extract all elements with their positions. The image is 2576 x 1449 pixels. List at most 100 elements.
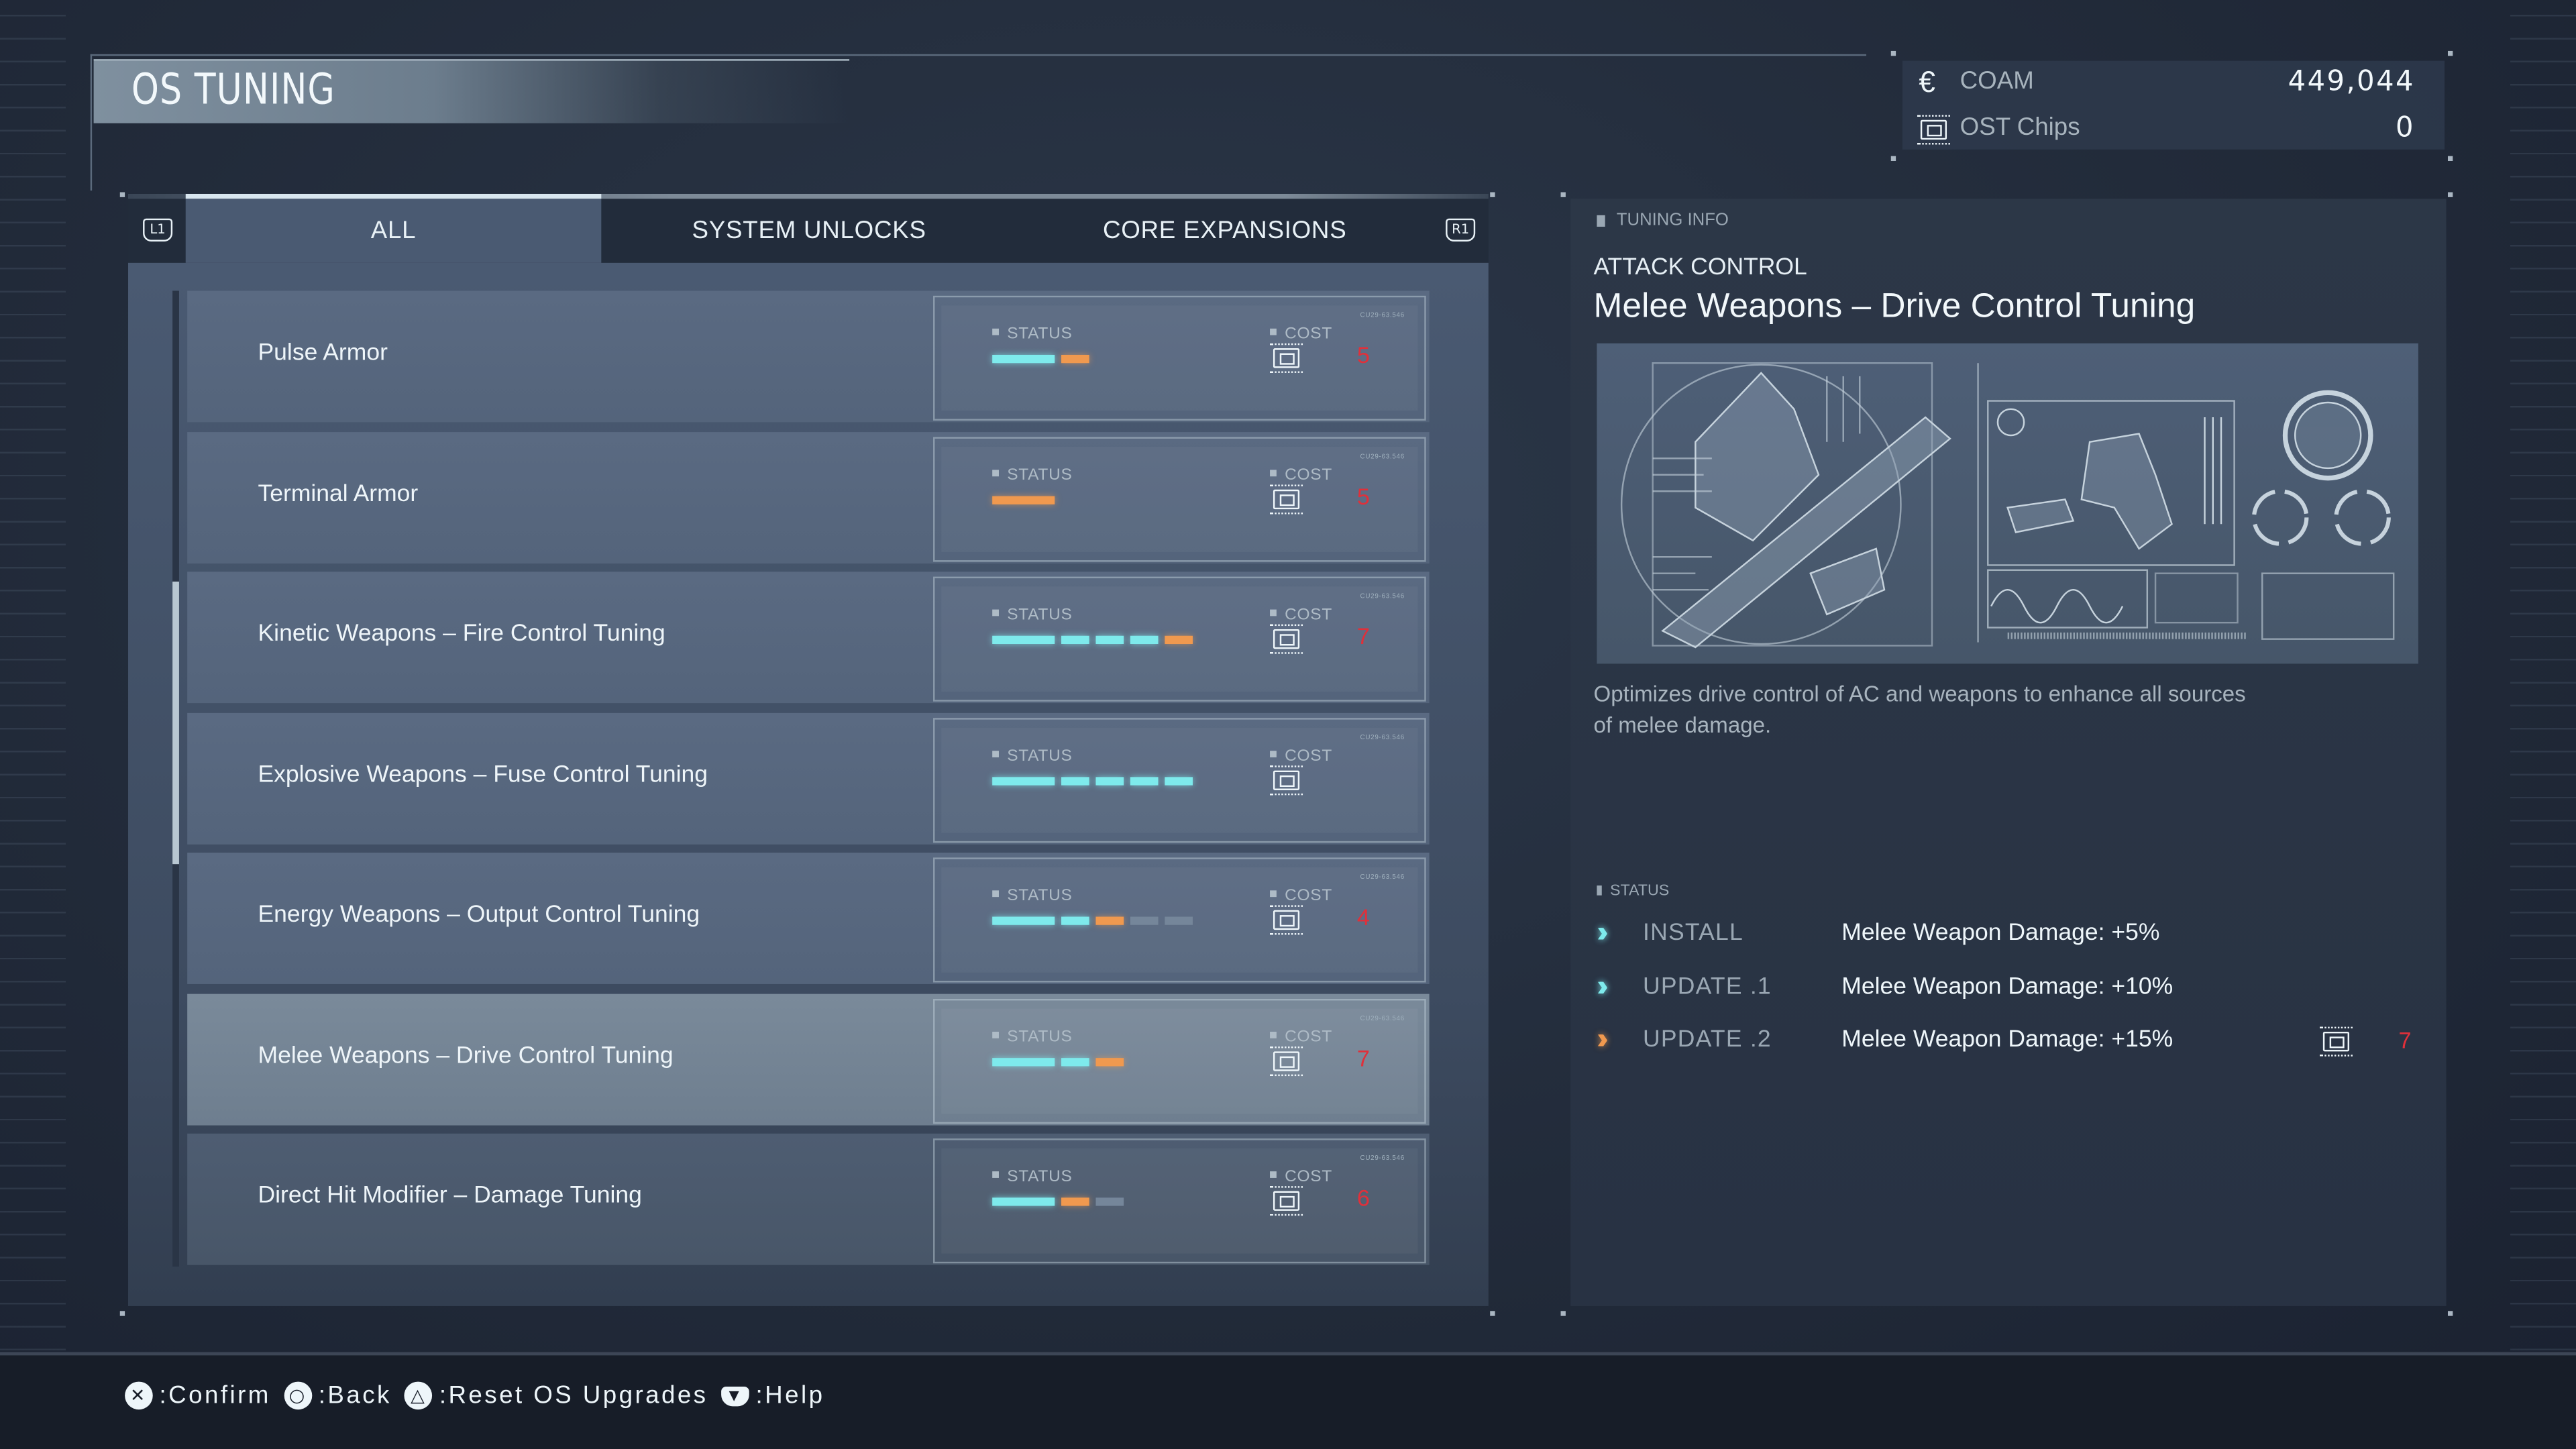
tuning-item-name: Terminal Armor bbox=[258, 481, 419, 508]
status-segment-on bbox=[1061, 777, 1089, 786]
corner-marker bbox=[119, 192, 125, 197]
tuning-info-label: TUNING INFO bbox=[1597, 210, 1729, 229]
tuning-item-card: CU29-63.546 STATUS COST 5 bbox=[933, 295, 1426, 421]
tab-system-unlocks[interactable]: SYSTEM UNLOCKS bbox=[601, 199, 1017, 263]
hint-reset-os-upgrades[interactable]: △:Reset OS Upgrades bbox=[405, 1381, 708, 1410]
hint-confirm[interactable]: ✕:Confirm bbox=[125, 1381, 271, 1410]
tuning-item-name: Melee Weapons – Drive Control Tuning bbox=[258, 1043, 674, 1070]
status-segment-next bbox=[1095, 916, 1124, 925]
tuning-list-item[interactable]: Terminal Armor CU29-63.546 STATUS COST 5 bbox=[187, 432, 1430, 564]
currency-panel: € COAM 449,044 OST Chips 0 bbox=[1902, 60, 2445, 150]
status-label: STATUS bbox=[992, 325, 1072, 343]
cross-button-icon: ✕ bbox=[125, 1381, 153, 1410]
status-bars bbox=[992, 777, 1193, 786]
tuning-list-item[interactable]: Explosive Weapons – Fuse Control Tuning C… bbox=[187, 712, 1430, 845]
hint-label: :Back bbox=[318, 1381, 392, 1410]
tuning-list-item[interactable]: Pulse Armor CU29-63.546 STATUS COST 5 bbox=[187, 290, 1430, 423]
corner-marker bbox=[1490, 1311, 1495, 1316]
tuning-item-name: Energy Weapons – Output Control Tuning bbox=[258, 902, 700, 928]
r1-button-icon[interactable]: R1 bbox=[1446, 218, 1476, 242]
tuning-item-card: CU29-63.546 STATUS COST 7 bbox=[933, 998, 1426, 1124]
status-label: STATUS bbox=[992, 467, 1072, 485]
card-code: CU29-63.546 bbox=[1360, 1014, 1405, 1022]
double-chevron-icon: ›› bbox=[1597, 915, 1608, 949]
card-code: CU29-63.546 bbox=[1360, 591, 1405, 600]
tuning-item-name: Kinetic Weapons – Fire Control Tuning bbox=[258, 621, 665, 647]
status-segment-on bbox=[992, 354, 1055, 364]
cost-label: COST bbox=[1270, 1168, 1332, 1186]
double-chevron-icon: ›› bbox=[1597, 1022, 1608, 1055]
card-code: CU29-63.546 bbox=[1360, 872, 1405, 881]
card-code: CU29-63.546 bbox=[1360, 451, 1405, 460]
status-label: STATUS bbox=[992, 1028, 1072, 1046]
corner-marker bbox=[1890, 50, 1896, 56]
tuning-list-item[interactable]: Kinetic Weapons – Fire Control Tuning CU2… bbox=[187, 572, 1430, 704]
status-bars bbox=[992, 354, 1089, 364]
tab-all[interactable]: ALL bbox=[185, 199, 602, 263]
status-bars bbox=[992, 635, 1193, 645]
status-segment-on bbox=[992, 1058, 1055, 1067]
ost-chips-value: 0 bbox=[2396, 111, 2416, 145]
ost-chip-icon bbox=[1917, 115, 1950, 145]
ost-chip-icon bbox=[2319, 1026, 2353, 1057]
tuning-list-item[interactable]: Energy Weapons – Output Control Tuning CU… bbox=[187, 853, 1430, 984]
stage-effect: Melee Weapon Damage: +10% bbox=[1841, 974, 2174, 1001]
hint-label: :Help bbox=[755, 1381, 825, 1410]
status-segment-on bbox=[1061, 1058, 1089, 1067]
touchpad-button-icon: ▼ bbox=[721, 1385, 749, 1406]
hint-help[interactable]: ▼ :Help bbox=[721, 1381, 825, 1410]
corner-marker bbox=[1560, 1311, 1566, 1316]
card-code: CU29-63.546 bbox=[1360, 733, 1405, 741]
corner-marker bbox=[119, 1311, 125, 1316]
tuning-list-item[interactable]: Direct Hit Modifier – Damage Tuning CU29-… bbox=[187, 1133, 1430, 1265]
cost-value: 6 bbox=[1356, 1184, 1370, 1211]
cost-label: COST bbox=[1270, 747, 1332, 765]
cost-label: COST bbox=[1270, 467, 1332, 485]
corner-marker bbox=[2447, 156, 2453, 162]
corner-marker bbox=[2447, 192, 2453, 197]
status-segment-on bbox=[1095, 635, 1124, 645]
button-hints: ✕:Confirm ○:Back △:Reset OS Upgrades ▼ :Help bbox=[125, 1381, 838, 1410]
upgrade-stage-row: ›› INSTALL Melee Weapon Damage: +5% bbox=[1597, 914, 2418, 953]
status-segment-on bbox=[1061, 635, 1089, 645]
tab-rail-active-indicator bbox=[185, 193, 602, 199]
scrollbar-thumb[interactable] bbox=[172, 582, 179, 865]
tab-bar: L1 ALL SYSTEM UNLOCKS CORE EXPANSIONS R1 bbox=[128, 193, 1489, 263]
status-label: STATUS bbox=[992, 1168, 1072, 1186]
status-segment-on bbox=[1061, 916, 1089, 925]
tuning-item-card: CU29-63.546 STATUS COST 4 bbox=[933, 857, 1426, 983]
tuning-item-card: CU29-63.546 STATUS COST 7 bbox=[933, 576, 1426, 702]
card-code: CU29-63.546 bbox=[1360, 310, 1405, 319]
status-label: STATUS bbox=[992, 606, 1072, 625]
status-bars bbox=[992, 496, 1055, 504]
status-segment-on bbox=[992, 916, 1055, 925]
status-segment-off bbox=[1095, 1197, 1124, 1206]
cost-value: 5 bbox=[1356, 341, 1370, 368]
status-segment-on bbox=[1130, 777, 1159, 786]
status-segment-on bbox=[992, 777, 1055, 786]
status-segment-on bbox=[1130, 635, 1159, 645]
status-bars bbox=[992, 1197, 1124, 1206]
tuning-list-item[interactable]: Melee Weapons – Drive Control Tuning CU29… bbox=[187, 994, 1430, 1126]
status-segment-next bbox=[1165, 635, 1193, 645]
corner-marker bbox=[2447, 50, 2453, 56]
status-label: STATUS bbox=[992, 747, 1072, 765]
cost-value: 7 bbox=[1356, 623, 1370, 649]
hint-back[interactable]: ○:Back bbox=[284, 1381, 392, 1410]
blueprint-illustration bbox=[1597, 343, 2418, 664]
ost-chips-label: OST Chips bbox=[1960, 113, 2080, 142]
page-title: OS TUNING bbox=[131, 65, 335, 115]
tab-core-expansions[interactable]: CORE EXPANSIONS bbox=[1017, 199, 1433, 263]
side-data-noise-left bbox=[0, 0, 66, 1449]
tuning-item-name: Direct Hit Modifier – Damage Tuning bbox=[258, 1183, 642, 1210]
ost-chip-icon bbox=[1270, 1046, 1303, 1077]
status-segment-on bbox=[1095, 777, 1124, 786]
tuning-list-panel: L1 ALL SYSTEM UNLOCKS CORE EXPANSIONS R1… bbox=[128, 193, 1489, 1306]
corner-marker bbox=[1560, 192, 1566, 197]
tuning-item-card: CU29-63.546 STATUS COST bbox=[933, 718, 1426, 843]
circle-button-icon: ○ bbox=[284, 1381, 313, 1410]
status-segment-next bbox=[1061, 1197, 1089, 1206]
os-tuning-screen: OS TUNING € COAM 449,044 OST Chips 0 L1 … bbox=[0, 0, 2576, 1449]
blueprint-svg bbox=[1620, 362, 2395, 649]
l1-button-icon[interactable]: L1 bbox=[143, 218, 173, 242]
